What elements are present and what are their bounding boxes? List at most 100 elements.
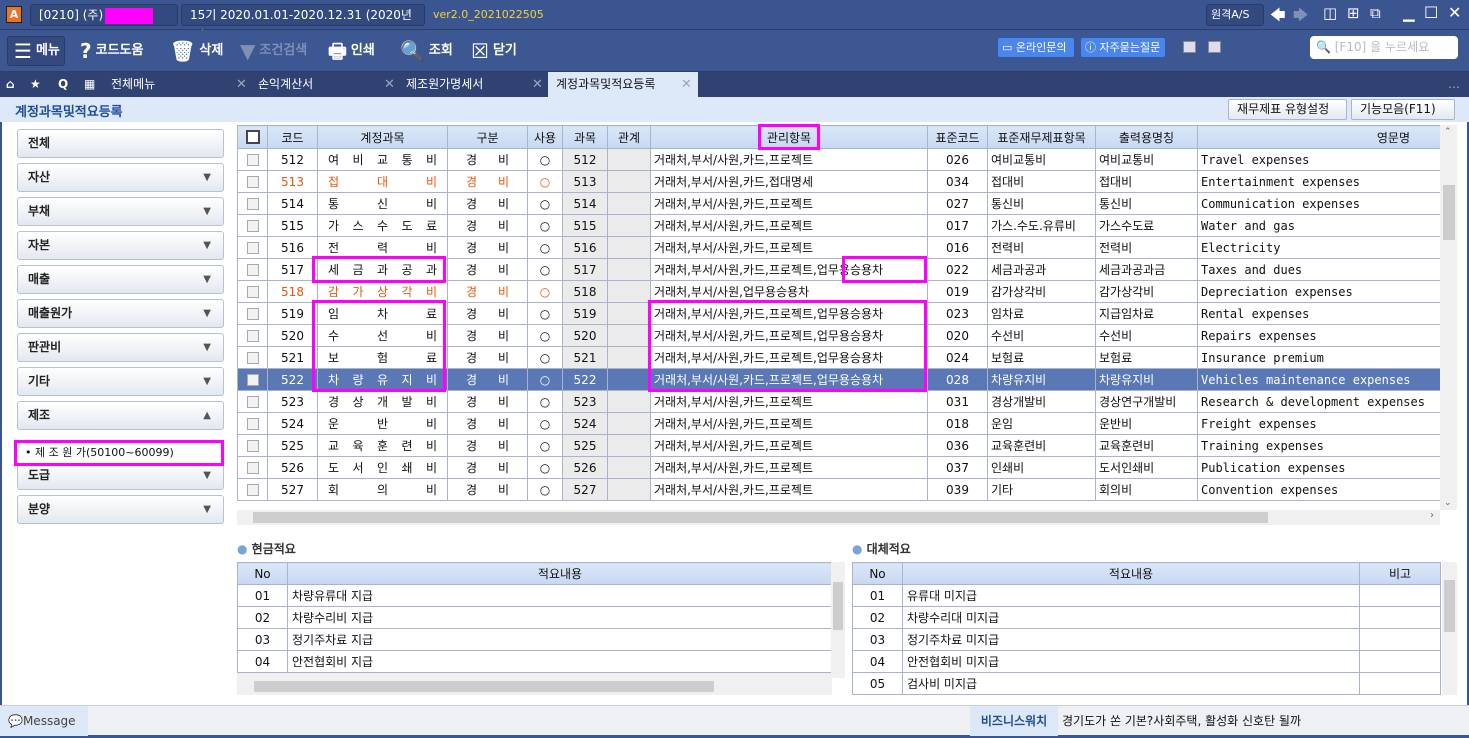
row-checkbox[interactable] [237,302,268,325]
sidebar-item[interactable]: 판관비 ▼ [17,333,224,362]
table-row[interactable]: 526 도 서 인 쇄 비 경 비 ○ 526 거래처,부서/사원,카드,프로젝… [237,456,1440,479]
sidebar-item[interactable]: 매출원가 ▼ [17,299,224,328]
table-row[interactable]: 515 가 스 수 도 료 경 비 ○ 515 거래처,부서/사원,카드,프로젝… [237,214,1440,237]
cash-memo-vscrollbar[interactable] [831,562,845,678]
column-header[interactable]: 코드 [267,125,318,149]
memo-cell[interactable]: 안전협회비 미지급 [902,650,1360,673]
table-row[interactable]: 513 접 대 비 경 비 ○ 513 거래처,부서/사원,카드,접대명세 03… [237,170,1440,193]
sidebar-item[interactable]: 분양 ▼ [17,495,224,524]
sidebar-item[interactable]: 전체 [17,129,224,158]
close-window-icon[interactable]: ✕ [1448,3,1461,22]
table-row[interactable]: 04 안전협회비 미지급 [852,650,1441,673]
row-checkbox[interactable] [237,390,268,413]
table-row[interactable]: 05 검사비 미지급 [852,672,1441,695]
row-checkbox[interactable] [237,346,268,369]
quick-search-icon[interactable]: Q [52,72,68,97]
table-row[interactable]: 517 세 금 과 공 과 경 비 ○ 517 거래처,부서/사원,카드,프로젝… [237,258,1440,281]
faq-button[interactable]: ⓘ 자주묻는질문 [1080,37,1166,58]
close-button[interactable]: ☒ 닫기 [471,36,517,66]
table-row[interactable]: 520 수 선 비 경 비 ○ 520 거래처,부서/사원,카드,프로젝트,업무… [237,324,1440,347]
column-header[interactable]: 계정과목 [317,125,448,149]
table-row[interactable]: 01 유류대 미지급 [852,584,1441,607]
online-inquiry-button[interactable]: ▭ 온라인문의 [997,37,1075,58]
transfer-memo-vscrollbar[interactable] [1442,562,1457,695]
column-header[interactable]: 표준재무제표항목 [987,125,1096,149]
row-checkbox[interactable] [237,478,268,501]
layout-left-icon[interactable] [1183,41,1196,53]
table-row[interactable]: 512 여 비 교 통 비 경 비 ○ 512 거래처,부서/사원,카드,프로젝… [237,148,1440,171]
column-header[interactable]: 관리항목 [650,125,928,149]
book-icon[interactable]: ◫ [1323,4,1337,22]
cash-memo-hscrollbar[interactable] [237,678,831,695]
row-checkbox[interactable] [237,170,268,193]
tab-manufacturing-cost[interactable]: 제조원가명세서 [398,72,528,97]
memo-cell[interactable]: 검사비 미지급 [902,672,1360,695]
sidebar-item[interactable]: 자본 ▼ [17,231,224,260]
select-all-checkbox[interactable] [237,125,268,149]
grid-icon[interactable]: ⊞ [1347,4,1360,22]
note-cell[interactable] [1359,606,1441,629]
minimize-icon[interactable]: ▁ [1403,4,1415,22]
table-row[interactable]: 525 교 육 훈 련 비 경 비 ○ 525 거래처,부서/사원,카드,프로젝… [237,434,1440,457]
code-help-button[interactable]: ? 코드도움 [80,36,143,66]
table-row[interactable]: 03 정기주차료 미지급 [852,628,1441,651]
news-ticker[interactable]: 경기도가 쏜 기본?사회주택, 활성화 신호탄 될까 [1062,706,1301,736]
fs-type-setting-button[interactable]: 재무제표 유형설정 [1228,99,1347,120]
note-cell[interactable] [1359,650,1441,673]
table-row[interactable]: 04 안전협회비 지급 [237,650,832,673]
star-icon[interactable]: ★ [24,72,41,97]
column-header[interactable]: 관계 [607,125,651,149]
row-checkbox[interactable] [237,192,268,215]
table-row[interactable]: 02 차량수리대 미지급 [852,606,1441,629]
menu-button[interactable]: ☰ 메뉴 [7,36,65,66]
memo-cell[interactable]: 차량수리비 지급 [287,606,832,629]
table-row[interactable]: 01 차량유류대 지급 [237,584,832,607]
column-header[interactable]: 영문명 [1197,125,1440,149]
windows-icon[interactable]: ⧉ [1370,4,1381,22]
sidebar-item[interactable]: 기타 ▼ [17,367,224,396]
table-row[interactable]: 522 차 량 유 지 비 경 비 ○ 522 거래처,부서/사원,카드,프로젝… [237,368,1440,391]
table-row[interactable]: 02 차량수리비 지급 [237,606,832,629]
close-tab-icon[interactable]: ✕ [236,72,247,97]
row-checkbox[interactable] [237,368,268,391]
sidebar-item[interactable]: 제조 ▲ [17,401,224,430]
delete-button[interactable]: 🗑 삭제 [170,36,223,66]
memo-cell[interactable]: 정기주차료 지급 [287,628,832,651]
close-tab-icon[interactable]: ✕ [384,72,395,97]
grid-horizontal-scrollbar[interactable]: › [237,510,1440,525]
memo-cell[interactable]: 안전협회비 지급 [287,650,832,673]
row-checkbox[interactable] [237,280,268,303]
remote-as-button[interactable]: 원격A/S [1206,4,1264,26]
row-checkbox[interactable] [237,412,268,435]
home-icon[interactable]: ⌂ [0,72,15,97]
tab-account-registration[interactable]: 계정과목및적요등록 [548,72,698,97]
tab-income-statement[interactable]: 손익계산서 [250,72,380,97]
table-row[interactable]: 518 감 가 상 각 비 경 비 ○ 518 거래처,부서/사원,업무용승용차… [237,280,1440,303]
sidebar-item[interactable]: 부채 ▼ [17,197,224,226]
row-checkbox[interactable] [237,456,268,479]
table-row[interactable]: 527 회 의 비 경 비 ○ 527 거래처,부서/사원,카드,프로젝트 03… [237,478,1440,501]
company-selector[interactable]: [0210] (주) [30,4,178,26]
back-arrow-icon[interactable]: 🡄 [1270,5,1286,30]
column-header[interactable]: 구분 [447,125,528,149]
row-checkbox[interactable] [237,236,268,259]
print-button[interactable]: 🖶 인쇄 [328,36,375,66]
table-row[interactable]: 519 임 차 료 경 비 ○ 519 거래처,부서/사원,카드,프로젝트,업무… [237,302,1440,325]
table-row[interactable]: 514 통 신 비 경 비 ○ 514 거래처,부서/사원,카드,프로젝트 02… [237,192,1440,215]
calendar-icon[interactable]: ▦ [78,72,95,97]
column-header[interactable]: 과목 [562,125,608,149]
note-cell[interactable] [1359,672,1441,695]
memo-cell[interactable]: 차량유류대 지급 [287,584,832,607]
memo-cell[interactable]: 정기주차료 미지급 [902,628,1360,651]
functions-dropdown[interactable]: 기능모음(F11) ▼ [1351,99,1455,135]
grid-vertical-scrollbar[interactable]: ⌃ ⌄ [1440,125,1457,510]
row-checkbox[interactable] [237,214,268,237]
column-header[interactable]: 출력용명칭 [1095,125,1198,149]
sidebar-item[interactable]: 매출 ▼ [17,265,224,294]
row-checkbox[interactable] [237,258,268,281]
tab-all-menu[interactable]: 전체메뉴 [103,72,233,97]
message-button[interactable]: 💬Message [0,706,88,736]
maximize-icon[interactable]: ☐ [1424,3,1438,22]
table-row[interactable]: 521 보 험 료 경 비 ○ 521 거래처,부서/사원,카드,프로젝트,업무… [237,346,1440,369]
sidebar-sub-manufacturing-cost[interactable]: • 제 조 원 가(50100~60099) [14,440,224,466]
